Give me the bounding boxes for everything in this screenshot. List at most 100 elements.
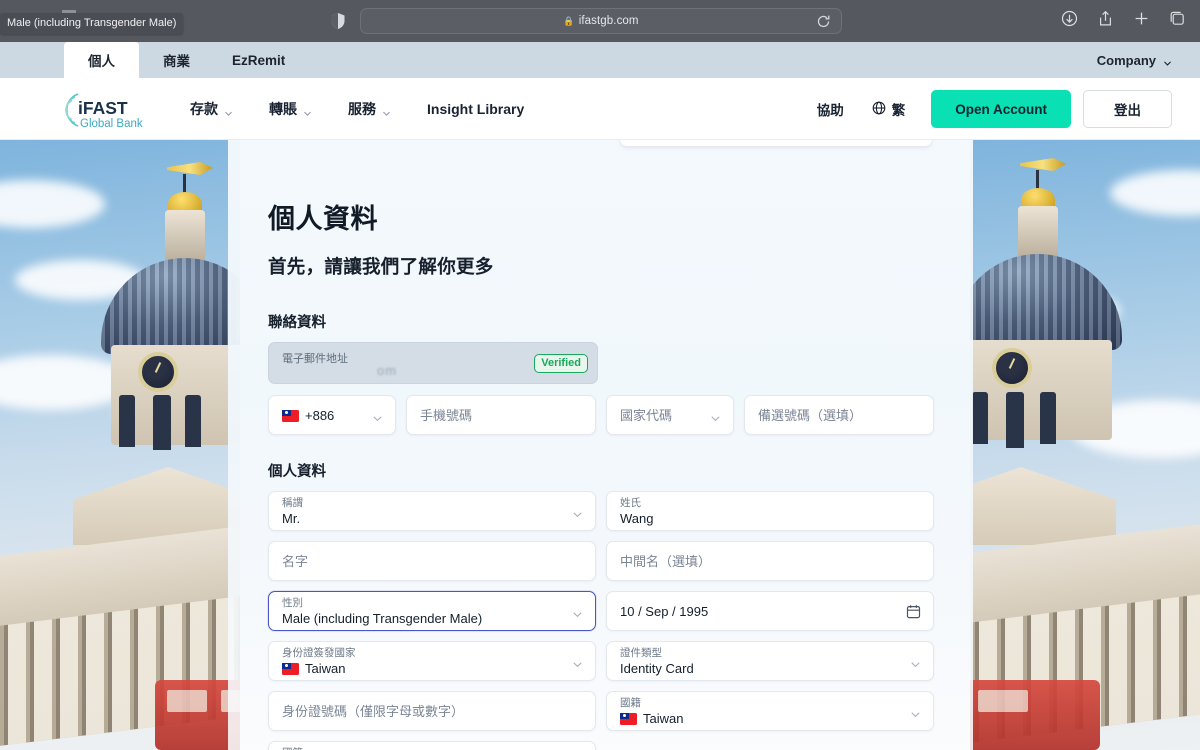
registration-form: 個人資料 首先，請讓我們了解你更多 聯絡資料 電子郵件地址 om Verifie… [268,140,934,750]
url-text: 🔒 ifastgb.com [563,15,639,27]
name-row-2: 名字 中間名（選填） [268,541,934,581]
section-heading-contact: 聯絡資料 [268,315,326,331]
chevron-down-icon [572,657,583,668]
mobile-number-placeholder: 手機號碼 [419,408,472,423]
date-of-birth-value: 10 / Sep / 1995 [620,604,709,619]
salutation-label: 稱謂 [282,497,303,509]
segment-tabs: 個人 商業 EzRemit [64,42,303,78]
tab-personal[interactable]: 個人 [64,42,139,78]
given-name-placeholder: 名字 [282,554,309,569]
page-subtitle: 首先，請讓我們了解你更多 [268,256,494,277]
shield-icon[interactable] [330,12,346,30]
chevron-down-icon [303,105,312,116]
id-issuing-country-label: 身份證簽發國家 [282,647,356,659]
tab-personal-label: 個人 [88,54,115,69]
logout-button[interactable]: 登出 [1083,90,1172,128]
chevron-down-icon [224,105,233,116]
gender-label: 性別 [282,597,303,609]
id-number-placeholder: 身份證號碼（僅限字母或數字） [282,704,465,719]
open-account-button[interactable]: Open Account [931,90,1071,128]
tooltip-pointer [62,10,76,13]
given-name-input[interactable]: 名字 [268,541,596,581]
reload-icon[interactable] [816,14,831,29]
phone-row: +886 手機號碼 國家代碼 備選號碼（選填） [268,395,934,435]
tab-business[interactable]: 商業 [139,42,214,78]
nationality-secondary-select[interactable]: 國籍 Taiwan [268,741,596,750]
nav-item-deposits[interactable]: 存款 [172,78,251,140]
gender-select[interactable]: 性別 Male (including Transgender Male) [268,591,596,631]
calling-code-value: +886 [305,408,335,423]
id-issuing-country-value: Taiwan [305,661,346,676]
id-number-input[interactable]: 身份證號碼（僅限字母或數字） [268,691,596,731]
id-issuing-country-select[interactable]: 身份證簽發國家 Taiwan [268,641,596,681]
main-navigation: 存款 轉賬 服務 Insight Library [172,78,542,140]
id-row-1: 身份證簽發國家 Taiwan 證件類型 Identity Card [268,641,934,681]
middle-name-input[interactable]: 中間名（選填） [606,541,934,581]
nav-item-services[interactable]: 服務 [330,78,409,140]
background-photo-right [970,140,1200,750]
tab-ezremit[interactable]: EzRemit [214,42,303,78]
page-title: 個人資料 [268,204,378,234]
nationality-select[interactable]: 國籍 Taiwan [606,691,934,731]
id-row-3: 國籍 Taiwan [268,741,934,750]
alt-country-code-placeholder: 國家代碼 [620,408,673,423]
middle-name-placeholder: 中間名（選填） [620,554,712,569]
mobile-number-input[interactable]: 手機號碼 [405,395,596,435]
share-icon[interactable] [1097,10,1114,32]
plus-icon[interactable] [1133,10,1150,32]
surname-value: Wang [620,511,654,526]
nav-item-insight-library[interactable]: Insight Library [409,78,542,140]
flag-taiwan-icon [620,713,637,725]
verified-badge: Verified [534,354,588,373]
date-of-birth-input[interactable]: 10 / Sep / 1995 [606,591,934,631]
flag-taiwan-icon [282,410,299,422]
lock-icon: 🔒 [563,15,575,26]
chevron-down-icon [910,657,921,668]
calendar-icon[interactable] [906,604,921,619]
help-link[interactable]: 協助 [801,99,860,119]
nav-item-transfer[interactable]: 轉賬 [251,78,330,140]
id-row-2: 身份證號碼（僅限字母或數字） 國籍 Taiwan [268,691,934,731]
chevron-down-icon [710,411,721,422]
alt-number-placeholder: 備選號碼（選填） [757,408,862,423]
gender-dob-row: 性別 Male (including Transgender Male) 10 … [268,591,934,631]
calling-code-select[interactable]: +886 [268,395,396,435]
salutation-value: Mr. [282,511,301,526]
email-field: 電子郵件地址 om Verified [268,342,598,384]
download-icon[interactable] [1061,10,1078,32]
name-row-1: 稱謂 Mr. 姓氏 Wang [268,491,934,531]
surname-input[interactable]: 姓氏 Wang [606,491,934,531]
salutation-select[interactable]: 稱謂 Mr. [268,491,596,531]
language-switcher[interactable]: 繁 [860,99,918,119]
nav-item-insight-library-label: Insight Library [427,101,525,117]
status-tooltip: Male (including Transgender Male) [0,13,184,34]
calling-code-value-wrap: +886 [282,408,334,424]
chevron-down-icon [572,507,583,518]
tab-business-label: 商業 [163,54,190,69]
header-actions: 協助 繁 Open Account 登出 [801,78,1172,140]
chevron-down-icon [372,411,383,422]
gender-value: Male (including Transgender Male) [282,611,483,626]
svg-text:Global Bank: Global Bank [80,118,143,130]
nav-item-transfer-label: 轉賬 [269,101,297,117]
chevron-down-icon [1163,56,1172,66]
browser-actions [1061,10,1186,32]
company-menu[interactable]: Company [1097,42,1172,78]
site-header: iFAST Global Bank 存款 轉賬 服務 Insight Libra… [0,78,1200,140]
surname-label: 姓氏 [620,497,641,509]
address-bar[interactable]: 🔒 ifastgb.com [360,8,842,34]
alt-number-input[interactable]: 備選號碼（選填） [743,395,934,435]
flag-taiwan-icon [282,663,299,675]
tab-overview-icon[interactable] [1169,10,1186,32]
id-type-select[interactable]: 證件類型 Identity Card [606,641,934,681]
id-type-value: Identity Card [620,661,694,676]
chevron-down-icon [910,707,921,718]
email-field-value: om [377,363,398,378]
alt-country-code-select[interactable]: 國家代碼 [606,395,734,435]
id-type-label: 證件類型 [620,647,662,659]
nationality-value-wrap: Taiwan [620,711,683,727]
chevron-down-icon [572,607,583,618]
section-heading-personal: 個人資料 [268,464,326,480]
page-body: 個人資料 首先，請讓我們了解你更多 聯絡資料 電子郵件地址 om Verifie… [0,140,1200,750]
ifast-logo[interactable]: iFAST Global Bank [56,88,168,132]
